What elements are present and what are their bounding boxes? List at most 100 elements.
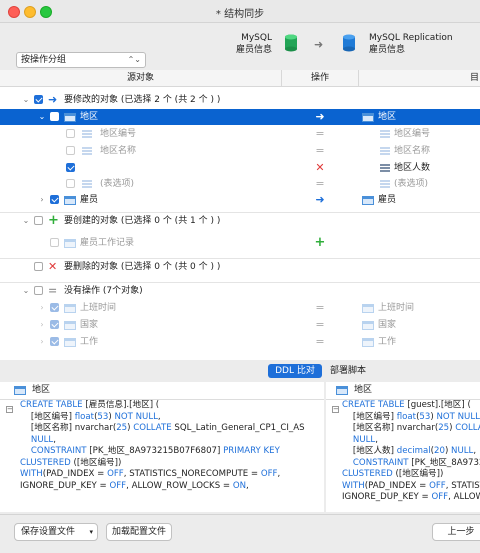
- ddl-token: IGNORE_DUP_KEY =: [20, 480, 110, 491]
- table-row-employee-log[interactable]: 雇员工作记录 +: [0, 235, 480, 251]
- ddl-token: (PAD_INDEX =: [42, 469, 108, 479]
- field-row[interactable]: ✕ 地区人数: [0, 160, 480, 176]
- table-icon: [336, 386, 348, 395]
- table-row-region[interactable]: ⌄ 地区 ➜ 地区: [0, 109, 480, 125]
- group-modified-checkbox[interactable]: [34, 95, 43, 104]
- plus-icon: +: [314, 235, 326, 250]
- ddl-token: [地区编号]: [342, 411, 397, 422]
- left-ddl-pane[interactable]: CREATE TABLE [雇员信息].[地区] ( [地区编号] float(…: [0, 400, 324, 512]
- column-header-target[interactable]: 目: [470, 70, 479, 86]
- options-icon: [380, 180, 390, 189]
- chevron-down-icon[interactable]: ⌄: [22, 283, 30, 299]
- table-icon: [64, 338, 76, 347]
- collapse-toggle-icon[interactable]: −: [6, 406, 13, 413]
- save-settings-button[interactable]: 保存设置文件 ▾: [14, 523, 98, 541]
- table-icon: [362, 304, 374, 313]
- group-deleted-label: 要删除的对象 (已选择 0 个 (共 0 个 ) ): [64, 262, 221, 272]
- ddl-token: ,: [246, 480, 249, 491]
- chevron-right-icon[interactable]: ›: [38, 317, 46, 333]
- ddl-token: ,: [473, 446, 477, 456]
- previous-step-button[interactable]: 上一步: [432, 523, 480, 541]
- ddl-line: [地区编号] float(53) NOT NULL: [342, 412, 480, 424]
- window-title: * 结构同步: [215, 9, 265, 20]
- ddl-token: WITH: [342, 480, 365, 491]
- table-row-employee[interactable]: › 雇员 ➜ 雇员: [0, 192, 480, 208]
- field-icon: [380, 130, 390, 139]
- group-created-label: 要创建的对象 (已选择 0 个 (共 1 个 ) ): [64, 216, 221, 226]
- left-pane-header: 地区: [0, 382, 324, 400]
- row-checkbox[interactable]: [50, 337, 59, 346]
- region-checkbox[interactable]: [50, 112, 59, 121]
- ddl-token: PRIMARY KEY: [223, 446, 280, 456]
- chevron-down-icon[interactable]: ⌄: [38, 109, 46, 125]
- save-settings-label: 保存设置文件: [21, 527, 76, 537]
- row-checkbox[interactable]: [50, 303, 59, 312]
- chevron-right-icon[interactable]: ›: [38, 334, 46, 350]
- source-db-name: 雇员信息: [235, 45, 272, 55]
- table-row[interactable]: › 工作 = 工作: [0, 334, 480, 350]
- ddl-token: NULL: [20, 434, 54, 445]
- dropdown-arrow-icon[interactable]: ▾: [89, 524, 93, 540]
- equal-icon: =: [315, 335, 325, 348]
- source-object-name: 地区: [80, 112, 99, 122]
- group-noop-checkbox[interactable]: [34, 286, 43, 295]
- group-by-select[interactable]: 按操作分组 ⌃⌄: [16, 52, 146, 68]
- target-field-name: 地区编号: [394, 129, 431, 139]
- group-deleted-checkbox[interactable]: [34, 262, 43, 271]
- field-row[interactable]: 地区编号 = 地区编号: [0, 126, 480, 142]
- field-icon: [82, 147, 92, 156]
- chevron-right-icon[interactable]: ›: [38, 300, 46, 316]
- source-db-type: MySQL: [241, 33, 272, 43]
- table-row[interactable]: › 上班时间 = 上班时间: [0, 300, 480, 316]
- column-header-operation[interactable]: 操作: [282, 70, 359, 86]
- ddl-line: CLUSTERED ([地区编号]): [20, 458, 324, 470]
- ddl-token: [PK_地区_8A973215B07F6807]: [89, 446, 224, 456]
- tab-ddl-compare[interactable]: DDL 比对: [268, 364, 322, 378]
- column-header-source[interactable]: 源对象: [0, 70, 282, 86]
- right-pane-title: 地区: [354, 385, 373, 395]
- ddl-line: NULL,: [342, 435, 480, 447]
- group-row-created[interactable]: ⌄ + 要创建的对象 (已选择 0 个 (共 1 个 ) ): [0, 212, 480, 229]
- group-row-deleted[interactable]: ✕ 要删除的对象 (已选择 0 个 (共 0 个 ) ): [0, 258, 480, 275]
- ddl-token: (PAD_INDEX =: [364, 480, 430, 491]
- employee-log-checkbox[interactable]: [50, 238, 59, 247]
- ddl-token: COLLATE: [133, 423, 175, 433]
- source-object-name: 工作: [80, 337, 99, 347]
- chevron-right-icon[interactable]: ›: [38, 192, 46, 208]
- ddl-token: , ALLOW_: [448, 492, 480, 502]
- ddl-token: OFF: [429, 480, 446, 491]
- left-pane-title: 地区: [32, 385, 51, 395]
- ddl-token: NOT NULL: [436, 411, 480, 422]
- field-row[interactable]: 地区名称 = 地区名称: [0, 143, 480, 159]
- field-checkbox[interactable]: [66, 129, 75, 138]
- ddl-token: CLUSTERED: [20, 457, 74, 468]
- field-checkbox[interactable]: [66, 163, 75, 172]
- row-checkbox[interactable]: [50, 320, 59, 329]
- group-row-noop[interactable]: ⌄ = 没有操作 (7个对象): [0, 282, 480, 299]
- collapse-toggle-icon[interactable]: −: [332, 406, 339, 413]
- table-icon: [362, 113, 374, 122]
- target-object-name: 国家: [378, 320, 397, 330]
- right-ddl-pane[interactable]: CREATE TABLE [guest].[地区] ( [地区编号] float…: [326, 400, 480, 512]
- equal-icon: =: [315, 127, 325, 140]
- ddl-token: 25: [438, 423, 450, 433]
- chevron-down-icon[interactable]: ⌄: [22, 213, 30, 229]
- group-row-modified[interactable]: ⌄ ➜ 要修改的对象 (已选择 2 个 (共 2 个 ) ): [0, 92, 480, 108]
- equal-icon: =: [315, 301, 325, 314]
- modify-arrow-icon: ➜: [48, 93, 58, 106]
- group-created-checkbox[interactable]: [34, 216, 43, 225]
- options-checkbox[interactable]: [66, 179, 75, 188]
- table-row[interactable]: › 国家 = 国家: [0, 317, 480, 333]
- ddl-token: 25: [116, 423, 128, 433]
- load-config-button[interactable]: 加载配置文件: [106, 523, 172, 541]
- chevron-down-icon[interactable]: ⌄: [22, 92, 30, 108]
- right-pane-header: 地区: [326, 382, 480, 400]
- tab-deploy-script[interactable]: 部署脚本: [330, 364, 366, 378]
- table-options-row[interactable]: (表选项) = (表选项): [0, 176, 480, 192]
- field-checkbox[interactable]: [66, 146, 75, 155]
- employee-checkbox[interactable]: [50, 195, 59, 204]
- ddl-line: CREATE TABLE [雇员信息].[地区] (: [20, 400, 324, 412]
- ddl-token: SQL_Latin_General_CP1_CI_AS: [174, 423, 305, 433]
- ddl-token: float: [74, 411, 95, 422]
- ddl-line: [地区名称] nvarchar(25) COLLATE: [342, 423, 480, 435]
